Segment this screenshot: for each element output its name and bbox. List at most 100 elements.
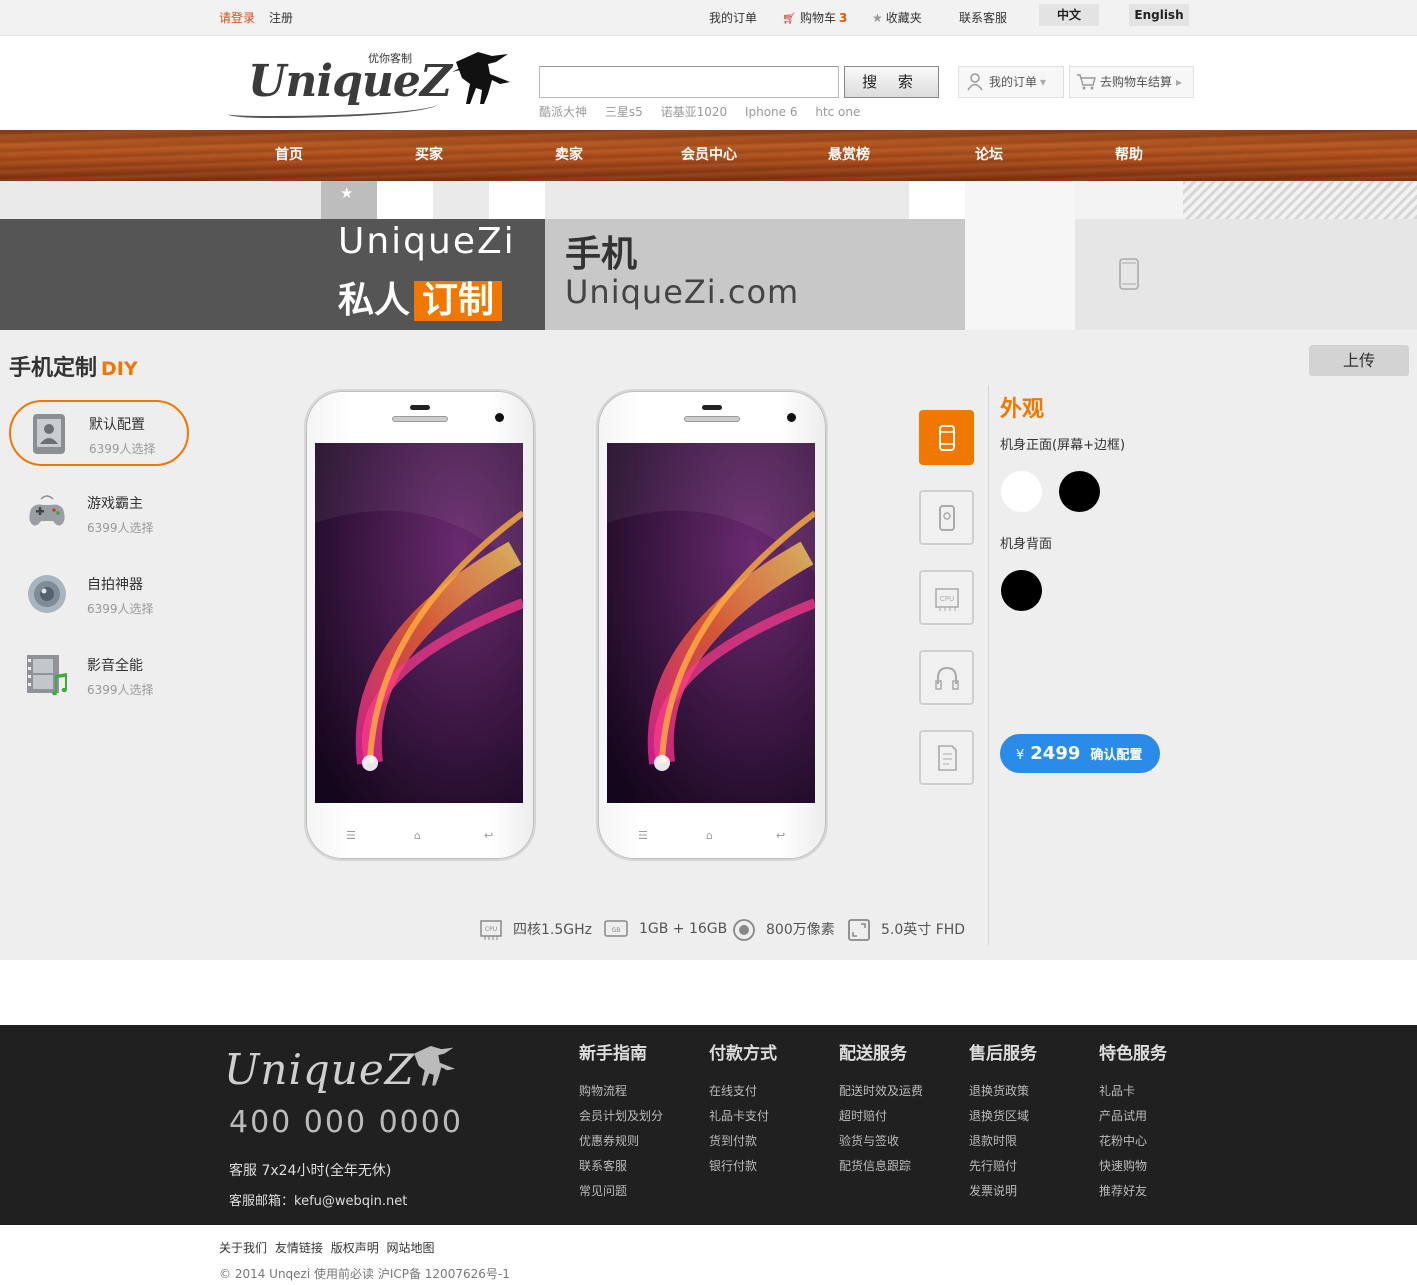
customer-service-link[interactable]: 联系客服 <box>959 9 1007 26</box>
footer-link[interactable]: 花粉中心 <box>1099 1132 1167 1157</box>
nav-item-buyer[interactable]: 买家 <box>389 130 469 181</box>
footer-link[interactable]: 验货与签收 <box>839 1132 923 1157</box>
preset-media[interactable]: 影音全能 6399人选择 <box>9 643 189 709</box>
phone-nav-keys: ☰ ⌂ ↩ <box>598 829 826 843</box>
spec-cpu-text: 四核1.5GHz <box>513 922 592 938</box>
camera-lens-icon <box>28 575 66 613</box>
footer-link[interactable]: 超时赔付 <box>839 1107 923 1132</box>
cpu-tab-button[interactable]: CPU <box>919 570 974 625</box>
svg-text:CPU: CPU <box>940 595 954 603</box>
footer-link[interactable]: 配货信息跟踪 <box>839 1157 923 1182</box>
preset-name: 自拍神器 <box>87 577 143 593</box>
home-key-icon: ⌂ <box>414 829 421 842</box>
search-button[interactable]: 搜 索 <box>844 66 939 98</box>
color-swatch-black[interactable] <box>1059 471 1100 512</box>
hot-word[interactable]: htc one <box>815 105 860 119</box>
footer-link[interactable]: 礼品卡支付 <box>709 1107 777 1132</box>
price-value: 2499 <box>1030 743 1081 764</box>
appearance-tab-button[interactable] <box>919 410 974 465</box>
service-tab-button[interactable] <box>919 730 974 785</box>
favorites-link[interactable]: ★ 收藏夹 <box>872 9 922 26</box>
phone-speaker <box>684 416 740 422</box>
footer-link[interactable]: 配送时效及运费 <box>839 1082 923 1107</box>
logo-swoosh <box>228 100 438 118</box>
user-icon <box>967 73 983 91</box>
back-color-swatch-black[interactable] <box>1001 570 1042 611</box>
cart-outline-icon <box>1077 74 1096 90</box>
footer-link[interactable]: 礼品卡 <box>1099 1082 1167 1107</box>
footer-link[interactable]: 退款时限 <box>969 1132 1037 1157</box>
footer-link[interactable]: 推荐好友 <box>1099 1182 1167 1207</box>
search-input[interactable] <box>539 66 839 98</box>
preset-gaming[interactable]: 游戏霸主 6399人选择 <box>9 481 189 547</box>
copyright-link[interactable]: 版权声明 <box>331 1241 379 1255</box>
checkout-cart-button[interactable]: 去购物车结算 ▸ <box>1069 66 1194 98</box>
nav-item-help[interactable]: 帮助 <box>1089 130 1169 181</box>
footer-link[interactable]: 联系客服 <box>579 1157 663 1182</box>
register-link[interactable]: 注册 <box>269 9 293 26</box>
sitemap-link[interactable]: 网站地图 <box>387 1241 435 1255</box>
svg-text:GB: GB <box>612 927 621 934</box>
nav-item-seller[interactable]: 卖家 <box>529 130 609 181</box>
spec-camera-text: 800万像素 <box>766 922 835 938</box>
footer-link[interactable]: 银行付款 <box>709 1157 777 1182</box>
hot-word[interactable]: 酷派大神 <box>539 105 587 119</box>
cart-label: 购物车 <box>799 11 836 25</box>
hot-word[interactable]: 诺基亚1020 <box>661 105 728 119</box>
footer-link[interactable]: 会员计划及划分 <box>579 1107 663 1132</box>
star-icon: ★ <box>340 184 354 202</box>
spec-memory: GB 1GB + 16GB <box>603 918 727 940</box>
color-swatch-white[interactable] <box>1001 471 1042 512</box>
footer-link[interactable]: 先行赔付 <box>969 1157 1037 1182</box>
login-link[interactable]: 请登录 <box>219 9 255 26</box>
footer-link[interactable]: 产品试用 <box>1099 1107 1167 1132</box>
nav-item-member-center[interactable]: 会员中心 <box>669 130 749 181</box>
banner-brand-title: UniqueZi <box>338 221 516 262</box>
preset-name: 游戏霸主 <box>87 496 143 512</box>
nav-item-bounty[interactable]: 悬赏榜 <box>809 130 889 181</box>
banner-slogan-a: 私人 <box>338 280 411 321</box>
banner-tile <box>489 181 545 219</box>
footer-col-special: 特色服务 礼品卡 产品试用 花粉中心 快速购物 推荐好友 <box>1099 1039 1167 1207</box>
friend-links-link[interactable]: 友情链接 <box>275 1241 323 1255</box>
hot-word[interactable]: Iphone 6 <box>745 105 798 119</box>
cart-count: 3 <box>838 11 848 25</box>
upload-button[interactable]: 上传 <box>1309 345 1409 376</box>
site-logo[interactable]: 优你客制 UniqueZ <box>228 46 518 120</box>
phone-nav-keys: ☰ ⌂ ↩ <box>306 829 534 843</box>
my-orders-link[interactable]: 我的订单 <box>709 9 757 26</box>
preset-count: 6399人选择 <box>89 442 156 456</box>
headphones-icon <box>935 666 959 690</box>
audio-tab-button[interactable] <box>919 650 974 705</box>
footer-link[interactable]: 快速购物 <box>1099 1157 1167 1182</box>
hot-word[interactable]: 三星s5 <box>605 105 643 119</box>
preset-name: 默认配置 <box>89 417 145 433</box>
footer-link[interactable]: 常见问题 <box>579 1182 663 1207</box>
footer-link[interactable]: 优惠券规则 <box>579 1132 663 1157</box>
confirm-label: 确认配置 <box>1090 748 1143 763</box>
footer-link[interactable]: 退换货区域 <box>969 1107 1037 1132</box>
cart-icon: 🛒︎ <box>782 12 796 25</box>
footer-link[interactable]: 购物流程 <box>579 1082 663 1107</box>
confirm-config-button[interactable]: ¥2499 确认配置 <box>1000 734 1160 773</box>
preset-default[interactable]: 默认配置 6399人选择 <box>9 400 189 466</box>
preset-count: 6399人选择 <box>87 521 154 535</box>
preset-selfie[interactable]: 自拍神器 6399人选择 <box>9 562 189 628</box>
price-currency: ¥ <box>1016 748 1025 763</box>
lang-english-button[interactable]: English <box>1129 4 1189 26</box>
phone-screen <box>315 443 523 803</box>
nav-item-forum[interactable]: 论坛 <box>949 130 1029 181</box>
phone-preview-front: ☰ ⌂ ↩ <box>304 389 536 861</box>
footer-link[interactable]: 发票说明 <box>969 1182 1037 1207</box>
my-orders-dropdown[interactable]: 我的订单 ▾ <box>958 66 1064 98</box>
banner-url: UniqueZi.com <box>565 273 800 311</box>
about-link[interactable]: 关于我们 <box>219 1241 267 1255</box>
camera-tab-button[interactable] <box>919 490 974 545</box>
cart-link[interactable]: 🛒︎ 购物车 3 <box>782 9 847 26</box>
footer-link[interactable]: 在线支付 <box>709 1082 777 1107</box>
footer-link[interactable]: 退换货政策 <box>969 1082 1037 1107</box>
lang-chinese-button[interactable]: 中文 <box>1039 4 1099 26</box>
footer-link[interactable]: 货到付款 <box>709 1132 777 1157</box>
spec-screen: 5.0英寸 FHD <box>847 918 965 942</box>
nav-item-home[interactable]: 首页 <box>249 130 329 181</box>
